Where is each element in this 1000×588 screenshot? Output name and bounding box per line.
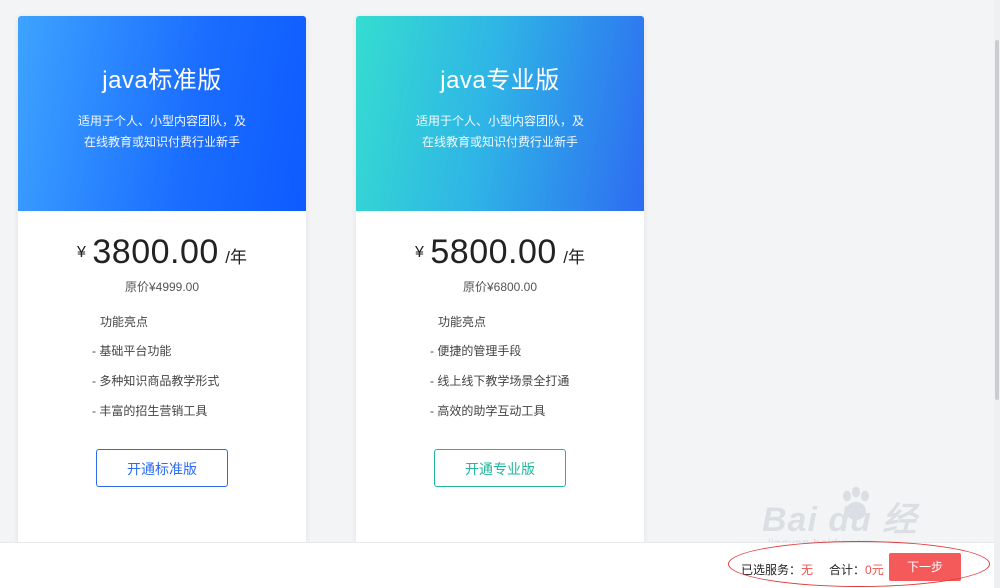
open-pro-button[interactable]: 开通专业版 [434, 449, 566, 487]
vertical-scrollbar[interactable] [994, 0, 1000, 588]
total-label: 合计： [829, 563, 866, 577]
plan-card-header: java专业版 适用于个人、小型内容团队，及 在线教育或知识付费行业新手 [356, 16, 644, 211]
feature-item: - 便捷的管理手段 [430, 344, 522, 358]
price-amount: 3800.00 [92, 233, 219, 271]
order-summary: 已选服务：无 合计：0元 [741, 561, 884, 578]
plan-description-line: 适用于个人、小型内容团队，及 [415, 114, 584, 128]
total-value: 0元 [865, 563, 884, 577]
feature-item: - 线上线下教学场景全打通 [430, 374, 570, 388]
features-title: 功能亮点 [438, 315, 487, 329]
feature-item: - 丰富的招生营销工具 [92, 404, 208, 418]
selected-service-label: 已选服务： [741, 563, 802, 577]
feature-item: - 高效的助学互动工具 [430, 404, 546, 418]
features-title: 功能亮点 [100, 315, 149, 329]
feature-list: 功能亮点 - 基础平台功能 - 多种知识商品教学形式 - 丰富的招生营销工具 [18, 313, 306, 419]
next-step-button[interactable]: 下一步 [889, 553, 961, 581]
plan-card-header: java标准版 适用于个人、小型内容团队，及 在线教育或知识付费行业新手 [18, 16, 306, 211]
feature-item: - 基础平台功能 [92, 344, 172, 358]
original-price: 原价¥4999.00 [124, 280, 200, 294]
scrollbar-thumb[interactable] [995, 40, 999, 400]
feature-list: 功能亮点 - 便捷的管理手段 - 线上线下教学场景全打通 - 高效的助学互动工具 [356, 313, 644, 419]
price-unit: /年 [563, 248, 585, 267]
price-currency: ¥ [415, 244, 424, 261]
plan-card-standard: java标准版 适用于个人、小型内容团队，及 在线教育或知识付费行业新手 ¥ 3… [18, 16, 306, 576]
plan-card-pro: java专业版 适用于个人、小型内容团队，及 在线教育或知识付费行业新手 ¥ 5… [356, 16, 644, 576]
page-viewport: java标准版 适用于个人、小型内容团队，及 在线教育或知识付费行业新手 ¥ 3… [0, 0, 994, 588]
plan-description-line: 适用于个人、小型内容团队，及 [77, 114, 246, 128]
plan-description: 适用于个人、小型内容团队，及 在线教育或知识付费行业新手 [18, 111, 306, 153]
paw-icon [843, 486, 869, 520]
plan-title: java标准版 [102, 67, 222, 94]
open-standard-button[interactable]: 开通标准版 [96, 449, 228, 487]
plan-title: java专业版 [440, 67, 560, 94]
plan-description: 适用于个人、小型内容团队，及 在线教育或知识付费行业新手 [356, 111, 644, 153]
price-unit: /年 [225, 248, 247, 267]
plan-description-line: 在线教育或知识付费行业新手 [421, 135, 578, 149]
feature-item: - 多种知识商品教学形式 [92, 374, 220, 388]
price-currency: ¥ [77, 244, 86, 261]
plan-price: ¥ 3800.00 /年 [18, 233, 306, 272]
original-price: 原价¥6800.00 [462, 280, 538, 294]
order-summary-bar: 已选服务：无 合计：0元 下一步 [0, 542, 994, 588]
plan-description-line: 在线教育或知识付费行业新手 [83, 135, 240, 149]
price-amount: 5800.00 [430, 233, 557, 271]
plan-price: ¥ 5800.00 /年 [356, 233, 644, 272]
selected-service-value: 无 [801, 563, 814, 577]
